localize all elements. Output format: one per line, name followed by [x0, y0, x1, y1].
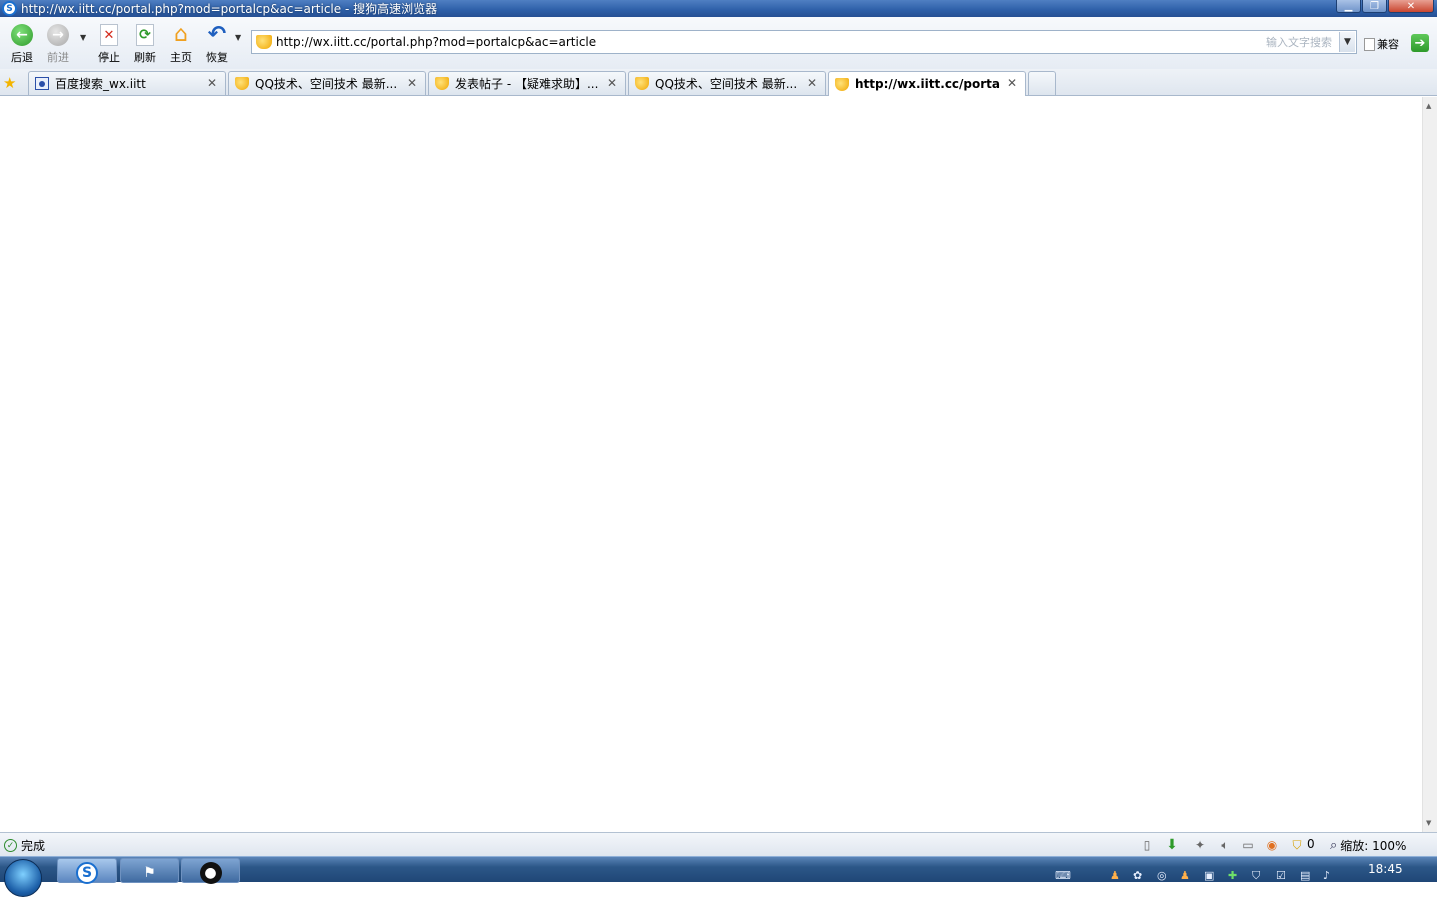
site-shield-icon — [435, 77, 449, 90]
refresh-icon: ⟳ — [133, 23, 157, 47]
tray-app-icon[interactable]: ✿ — [1133, 869, 1147, 883]
tab-close-icon[interactable]: ✕ — [1007, 76, 1017, 90]
minimize-button[interactable]: ▁ — [1336, 0, 1361, 13]
stop-icon: ✕ — [97, 23, 121, 47]
sogou-browser-icon: S — [2, 1, 17, 16]
taskbar-qq[interactable]: ● — [181, 858, 240, 884]
status-done: ✓ 完成 — [4, 837, 45, 854]
status-text: 完成 — [21, 839, 46, 853]
restore-dropdown-icon[interactable]: ▼ — [235, 33, 241, 42]
tray-volume-icon[interactable]: ♪ — [1323, 869, 1337, 883]
navigation-toolbar: ← 后退 → 前进 ▼ ✕ 停止 ⟳ 刷新 ⌂ 主页 ↶ 恢复 ▼ 输入 — [0, 17, 1437, 69]
taskbar-sogou-browser[interactable]: S — [57, 858, 117, 884]
url-input[interactable] — [276, 35, 1236, 49]
tray-monitor-icon[interactable]: ▣ — [1204, 869, 1218, 883]
new-tab-button[interactable] — [1028, 71, 1056, 95]
window-controls: ▁ ❐ ✕ — [1336, 0, 1434, 13]
forward-label: 前进 — [47, 51, 69, 64]
sound-icon[interactable]: 🔈︎ — [1218, 838, 1232, 852]
accelerator-icon[interactable]: ◉ — [1265, 838, 1279, 852]
security-shield-icon[interactable]: ⛉ — [1290, 838, 1304, 852]
forward-button[interactable]: → 前进 — [41, 23, 75, 67]
zoom-label: 缩放: 100% — [1340, 839, 1407, 853]
tray-network-icon[interactable]: ◎ — [1157, 869, 1171, 883]
address-dropdown-button[interactable]: ▼ — [1339, 32, 1355, 52]
tab-close-icon[interactable]: ✕ — [807, 76, 817, 90]
restore-label: 恢复 — [206, 51, 228, 64]
download-icon[interactable]: ⬇ — [1165, 837, 1179, 853]
tab-bar: ★ 百度搜索_wx.iitt ✕ QQ技术、空间技术 最新... ✕ 发表帖子 … — [0, 69, 1437, 96]
address-bar: 输入文字搜索 ▼ — [251, 30, 1357, 54]
close-window-button[interactable]: ✕ — [1388, 0, 1434, 13]
sogou-browser-icon: S — [76, 862, 98, 884]
scroll-down-icon[interactable]: ▼ — [1426, 819, 1431, 827]
site-shield-icon — [256, 35, 272, 49]
restore-button[interactable]: ↶ 恢复 — [200, 23, 234, 67]
screenshot-icon[interactable]: ▭ — [1241, 838, 1255, 852]
compat-mode-button[interactable]: 兼容 — [1364, 36, 1399, 52]
maximize-button[interactable]: ❐ — [1362, 0, 1387, 13]
history-dropdown-icon[interactable]: ▼ — [80, 33, 86, 42]
ad-block-icon[interactable]: ✦ — [1193, 838, 1207, 852]
refresh-button[interactable]: ⟳ 刷新 — [128, 23, 162, 67]
site-shield-icon — [635, 77, 649, 90]
refresh-label: 刷新 — [134, 51, 156, 64]
tab-active-portal[interactable]: http://wx.iitt.cc/porta... ✕ — [828, 71, 1026, 96]
undo-icon: ↶ — [207, 22, 227, 47]
tab-label: 发表帖子 - 【疑难求助】... — [455, 77, 599, 91]
back-label: 后退 — [11, 51, 33, 64]
tab-close-icon[interactable]: ✕ — [607, 76, 617, 90]
status-count: 0 — [1307, 837, 1315, 851]
check-icon: ✓ — [4, 839, 17, 852]
go-button[interactable]: ➔ — [1411, 34, 1429, 52]
tab-label: 百度搜索_wx.iitt — [55, 77, 146, 91]
tray-shield-icon[interactable]: ⛉ — [1252, 869, 1266, 883]
tab-close-icon[interactable]: ✕ — [207, 76, 217, 90]
home-button[interactable]: ⌂ 主页 — [164, 23, 198, 67]
qq-penguin-icon: ● — [199, 862, 222, 884]
tab-post-thread[interactable]: 发表帖子 - 【疑难求助】... ✕ — [428, 71, 626, 95]
stop-label: 停止 — [98, 51, 120, 64]
tray-plus-icon[interactable]: ✚ — [1228, 869, 1242, 883]
baidu-icon — [35, 77, 49, 90]
clock[interactable]: 18:45 — [1368, 862, 1403, 876]
page-icon — [1364, 37, 1375, 51]
start-button[interactable] — [4, 859, 42, 897]
site-shield-icon — [235, 77, 249, 90]
tray-qq2-icon[interactable]: ♟ — [1180, 869, 1194, 883]
tab-baidu[interactable]: 百度搜索_wx.iitt ✕ — [28, 71, 226, 95]
search-hint[interactable]: 输入文字搜索 — [1266, 34, 1332, 50]
scroll-up-icon[interactable]: ▲ — [1426, 102, 1431, 110]
tray-check-icon[interactable]: ☑ — [1276, 869, 1290, 883]
tab-label: http://wx.iitt.cc/porta... — [855, 77, 1000, 91]
title-bar: S http://wx.iitt.cc/portal.php?mod=porta… — [0, 0, 1437, 17]
favorites-star-icon[interactable]: ★ — [3, 74, 16, 92]
keyboard-icon[interactable]: ⌨ — [1055, 869, 1071, 883]
tab-qq-tech-2[interactable]: QQ技术、空间技术 最新... ✕ — [628, 71, 826, 95]
compat-label: 兼容 — [1377, 38, 1399, 51]
stop-button[interactable]: ✕ 停止 — [92, 23, 126, 67]
tab-label: QQ技术、空间技术 最新... — [655, 77, 798, 91]
forward-arrow-icon: → — [46, 23, 70, 47]
magnifier-icon: ⌕ — [1330, 838, 1338, 853]
folder-icon: ⚑ — [143, 865, 156, 881]
site-shield-icon — [835, 77, 849, 91]
vertical-scrollbar[interactable]: ▲ ▼ — [1422, 97, 1437, 832]
tray-network2-icon[interactable]: ▤ — [1300, 869, 1314, 883]
taskbar: S ⚑ ● ⌨ ♟ ✿ ◎ ♟ ▣ ✚ ⛉ ☑ ▤ ♪ 18:45 — [0, 856, 1437, 897]
tray-qq-icon[interactable]: ♟ — [1110, 869, 1124, 883]
back-arrow-icon: ← — [10, 23, 34, 47]
tab-qq-tech-1[interactable]: QQ技术、空间技术 最新... ✕ — [228, 71, 426, 95]
status-bar: ✓ 完成 ▯ ⬇ ✦ 🔈︎ ▭ ◉ ⛉ 0 ⌕ 缩放: 100% — [0, 832, 1437, 856]
home-label: 主页 — [170, 51, 192, 64]
page-content[interactable] — [0, 97, 1422, 832]
home-icon: ⌂ — [174, 22, 188, 47]
window-title: http://wx.iitt.cc/portal.php?mod=portalc… — [21, 2, 438, 16]
tab-label: QQ技术、空间技术 最新... — [255, 77, 398, 91]
zoom-control[interactable]: ⌕ 缩放: 100% — [1330, 837, 1406, 854]
taskbar-explorer[interactable]: ⚑ — [120, 858, 179, 883]
tab-close-icon[interactable]: ✕ — [407, 76, 417, 90]
mouse-gesture-icon[interactable]: ▯ — [1140, 838, 1154, 852]
back-button[interactable]: ← 后退 — [5, 23, 39, 67]
